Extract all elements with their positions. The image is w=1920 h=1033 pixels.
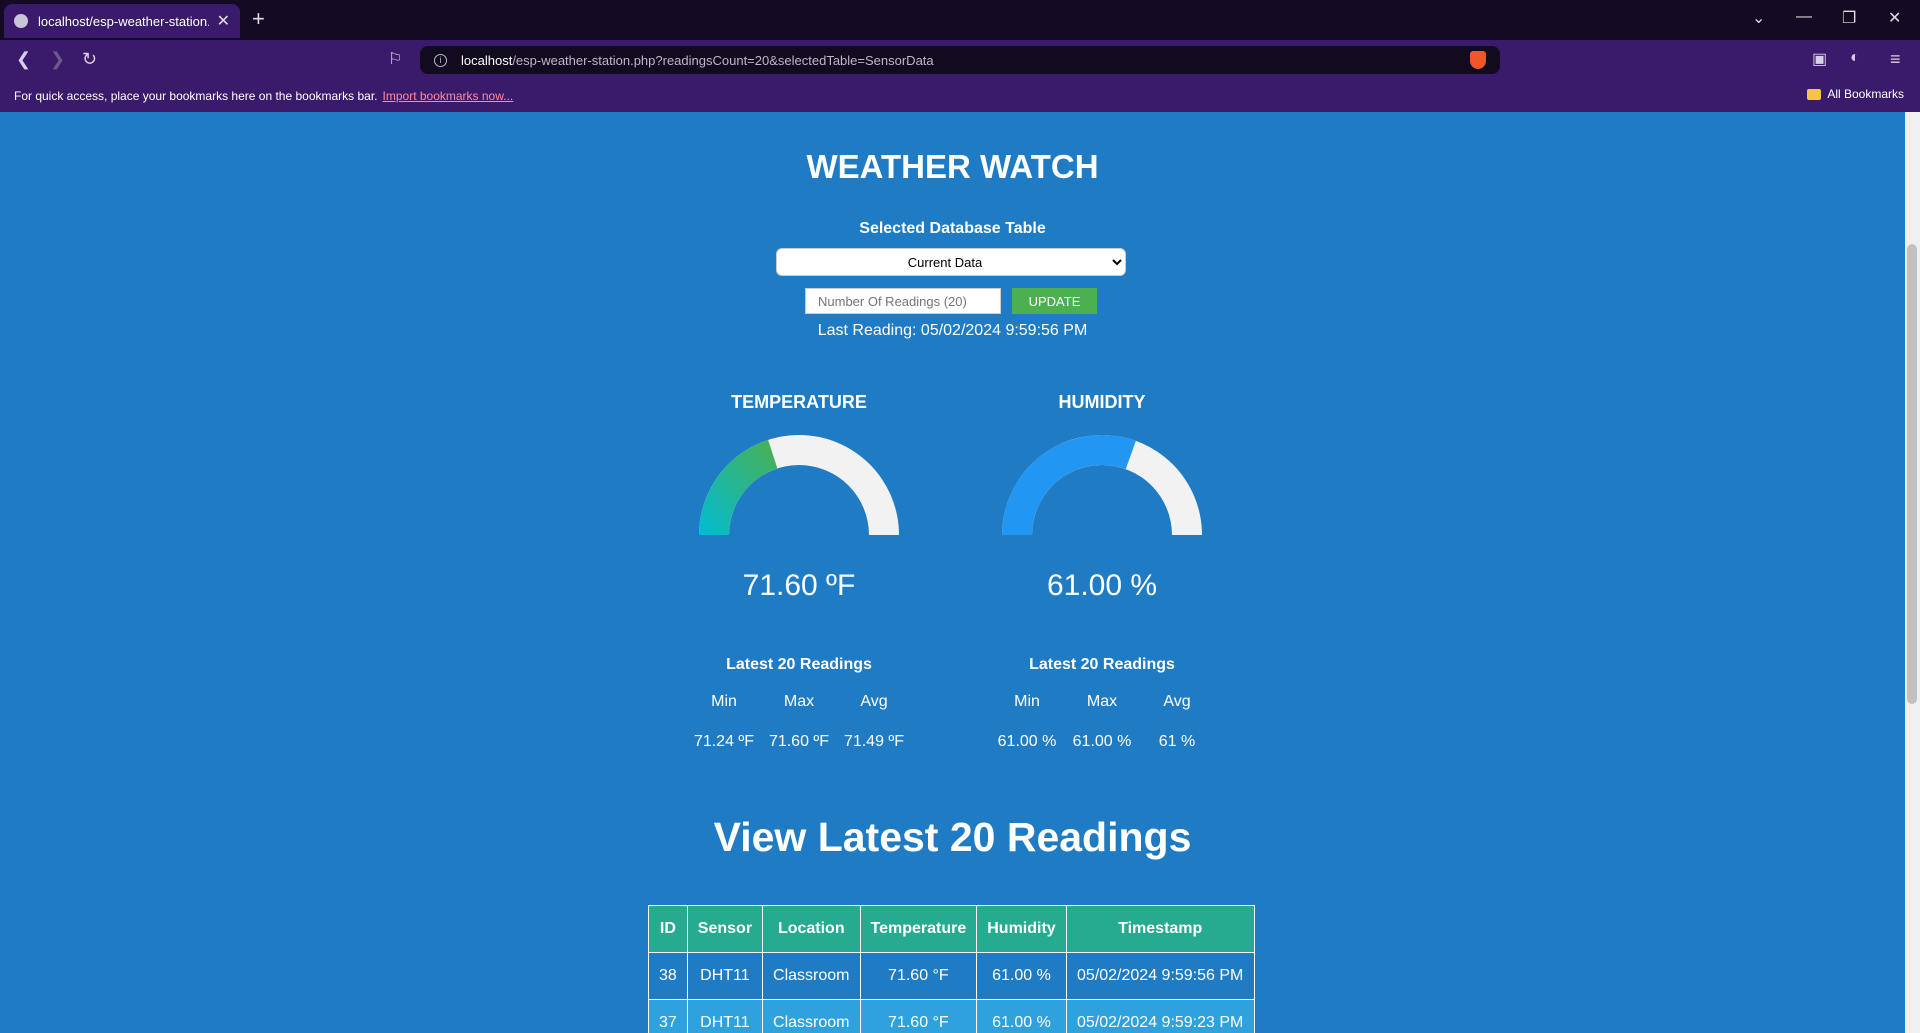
avg-label: Avg [1163,693,1191,710]
reload-icon[interactable]: ↻ [82,49,97,70]
globe-icon [14,14,28,28]
humidity-avg: 61 % [1158,733,1196,750]
close-tab-icon[interactable]: ✕ [217,11,230,31]
temperature-min: 71.24 ºF [693,733,755,750]
update-button[interactable]: UPDATE [1012,288,1097,314]
table-row: 38 DHT11 Classroom 71.60 °F 61.00 % 05/0… [648,952,1255,1000]
tab-strip: localhost/esp-weather-station.p ✕ + ⌄ — … [0,0,1920,40]
cell-id: 38 [648,952,688,1000]
readings-table: ID Sensor Location Temperature Humidity … [648,905,1255,1033]
page-title: WEATHER WATCH [806,148,1099,185]
last-reading: Last Reading: 05/02/2024 9:59:56 PM [817,322,1088,339]
sidebar-icon[interactable]: ▣ [1812,49,1827,69]
address-bar[interactable]: i localhost /esp-weather-station.php?rea… [420,46,1500,74]
humidity-stats: Min 61.00 % Max 61.00 % Avg 61 % [962,690,1242,754]
temperature-stats: Min 71.24 ºF Max 71.60 ºF Avg 71.49 ºF [659,690,939,754]
all-bookmarks-label: All Bookmarks [1827,87,1904,101]
minimize-icon[interactable]: — [1796,8,1812,26]
humidity-gauge [1002,435,1202,535]
cell-temperature: 71.60 °F [859,999,978,1033]
cell-temperature: 71.60 °F [859,952,978,1000]
page-content: WEATHER WATCH Selected Database Table Cu… [0,112,1905,1033]
temperature-gauge [699,435,899,535]
tab-list-chevron-icon[interactable]: ⌄ [1752,8,1765,28]
temperature-panel: TEMPERATURE 71.60 ºF Latest 20 Readings … [659,392,939,754]
column-header: Timestamp [1065,905,1255,953]
column-header: Location [762,905,861,953]
temperature-value: 71.60 ºF [742,569,856,602]
import-bookmarks-link[interactable]: Import bookmarks now... [383,89,514,103]
table-row: 37 DHT11 Classroom 71.60 °F 61.00 % 05/0… [648,999,1255,1033]
brave-shields-icon[interactable] [1470,51,1486,69]
cell-sensor: DHT11 [686,999,764,1033]
column-header: Humidity [976,905,1067,953]
select-label: Selected Database Table [859,220,1046,237]
back-icon[interactable]: ❮ [16,49,31,70]
readings-heading: View Latest 20 Readings [713,814,1192,860]
table-select[interactable]: Current Data [776,248,1126,276]
humidity-stats-title: Latest 20 Readings [1029,656,1175,673]
column-header: Temperature [859,905,978,953]
bookmark-icon[interactable]: ⚐ [388,49,402,69]
temperature-avg: 71.49 ºF [843,733,905,750]
cell-timestamp: 05/02/2024 9:59:23 PM [1065,999,1255,1033]
max-label: Max [783,693,815,710]
cell-humidity: 61.00 % [976,952,1067,1000]
cell-location: Classroom [762,952,861,1000]
site-info-icon[interactable]: i [434,53,447,67]
min-label: Min [1014,693,1040,710]
restore-icon[interactable]: ❐ [1842,8,1856,28]
scrollbar-thumb[interactable] [1907,244,1917,704]
bookmarks-hint: For quick access, place your bookmarks h… [14,89,378,103]
page-scrollbar[interactable] [1905,112,1920,1033]
humidity-value: 61.00 % [1046,569,1158,602]
column-header: ID [648,905,688,953]
cell-id: 37 [648,999,688,1033]
temperature-title: TEMPERATURE [731,392,867,412]
new-tab-icon[interactable]: + [252,8,265,30]
close-window-icon[interactable]: ✕ [1888,8,1901,28]
cell-timestamp: 05/02/2024 9:59:56 PM [1065,952,1255,1000]
gauge-fill [699,439,778,535]
bookmarks-bar: For quick access, place your bookmarks h… [0,80,1920,112]
cell-humidity: 61.00 % [976,999,1067,1033]
temperature-stats-title: Latest 20 Readings [726,656,872,673]
browser-tab[interactable]: localhost/esp-weather-station.p ✕ [4,4,240,38]
humidity-max: 61.00 % [1072,733,1132,750]
cell-location: Classroom [762,999,861,1033]
avg-label: Avg [860,693,888,710]
tab-title: localhost/esp-weather-station.p [38,13,209,29]
url-host: localhost [461,52,513,68]
column-header: Sensor [686,905,764,953]
reader-mode-icon[interactable]: ◐ [1850,49,1860,67]
max-label: Max [1086,693,1118,710]
url-path: /esp-weather-station.php?readingsCount=2… [512,52,934,68]
humidity-min: 61.00 % [997,733,1057,750]
all-bookmarks-button[interactable]: All Bookmarks [1807,87,1904,101]
humidity-panel: HUMIDITY 61.00 % Latest 20 Readings Min 6… [962,392,1242,754]
temperature-max: 71.60 ºF [768,733,830,750]
forward-icon[interactable]: ❯ [50,49,65,70]
humidity-title: HUMIDITY [1058,392,1146,412]
gauge-fill [1002,435,1136,535]
min-label: Min [711,693,737,710]
cell-sensor: DHT11 [686,952,764,1000]
folder-icon [1807,88,1822,100]
readings-count-input[interactable] [805,288,1001,314]
menu-icon[interactable]: ≡ [1890,49,1901,70]
